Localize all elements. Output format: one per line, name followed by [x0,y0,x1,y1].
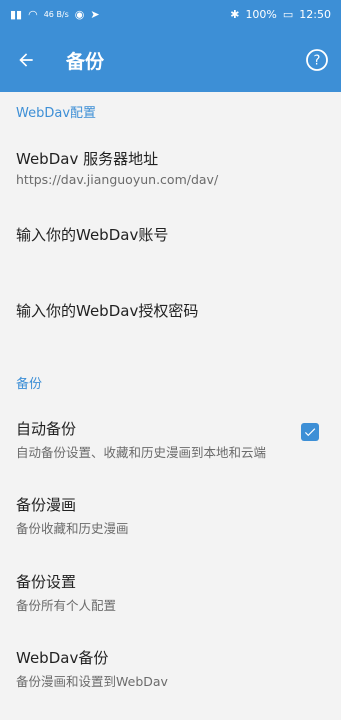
svg-text:?: ? [314,54,321,69]
status-left: ▮▮ ◠ 46 B/s ◉ ➤ [10,8,100,21]
webdav-account-item[interactable]: 输入你的WebDav账号 [0,210,341,260]
clock: 12:50 [299,7,331,21]
status-bar: ▮▮ ◠ 46 B/s ◉ ➤ ✱ 100% ▭ 12:50 [0,0,341,28]
webdav-password-item[interactable]: 输入你的WebDav授权密码 [0,286,341,336]
app-bar: 备份 ? [0,28,341,92]
send-icon: ➤ [90,7,100,21]
bluetooth-icon: ✱ [230,7,240,21]
help-icon[interactable]: ? [305,48,329,72]
backup-settings-title: 备份设置 [16,573,77,591]
auto-backup-checkbox[interactable] [301,423,319,441]
webdav-backup-item[interactable]: WebDav备份 备份漫画和设置到WebDav [0,635,341,697]
webdav-backup-title: WebDav备份 [16,649,109,667]
network-rate: 46 B/s [43,9,69,19]
wifi-icon: ◠ [28,7,38,21]
page-title: 备份 [66,51,105,73]
section-header-backup: 备份 [16,377,43,392]
webdav-account-title: 输入你的WebDav账号 [16,226,169,244]
eye-icon: ◉ [74,7,85,21]
battery-percent: 100% [245,7,277,21]
webdav-backup-subtitle: 备份漫画和设置到WebDav [16,674,168,689]
auto-backup-title: 自动备份 [16,420,77,438]
auto-backup-subtitle: 自动备份设置、收藏和历史漫画到本地和云端 [16,445,267,460]
webdav-server-title: WebDav 服务器地址 [16,150,159,168]
webdav-server-url: https://dav.jianguoyun.com/dav/ [16,172,219,187]
webdav-server-item[interactable]: WebDav 服务器地址 https://dav.jianguoyun.com/… [0,136,341,198]
back-arrow-icon[interactable] [16,50,36,70]
section-header-webdav: WebDav配置 [16,106,97,121]
backup-settings-subtitle: 备份所有个人配置 [16,598,117,613]
webdav-password-title: 输入你的WebDav授权密码 [16,302,199,320]
backup-settings-item[interactable]: 备份设置 备份所有个人配置 [0,559,341,621]
auto-backup-item[interactable]: 自动备份 自动备份设置、收藏和历史漫画到本地和云端 [0,406,341,468]
check-icon [304,428,316,437]
battery-icon: ▭ [282,7,294,21]
status-right: ✱ 100% ▭ 12:50 [230,8,331,21]
backup-comics-title: 备份漫画 [16,496,77,514]
sim-signal-icon: ▮▮ [10,7,23,21]
backup-comics-subtitle: 备份收藏和历史漫画 [16,521,129,536]
backup-comics-item[interactable]: 备份漫画 备份收藏和历史漫画 [0,482,341,544]
